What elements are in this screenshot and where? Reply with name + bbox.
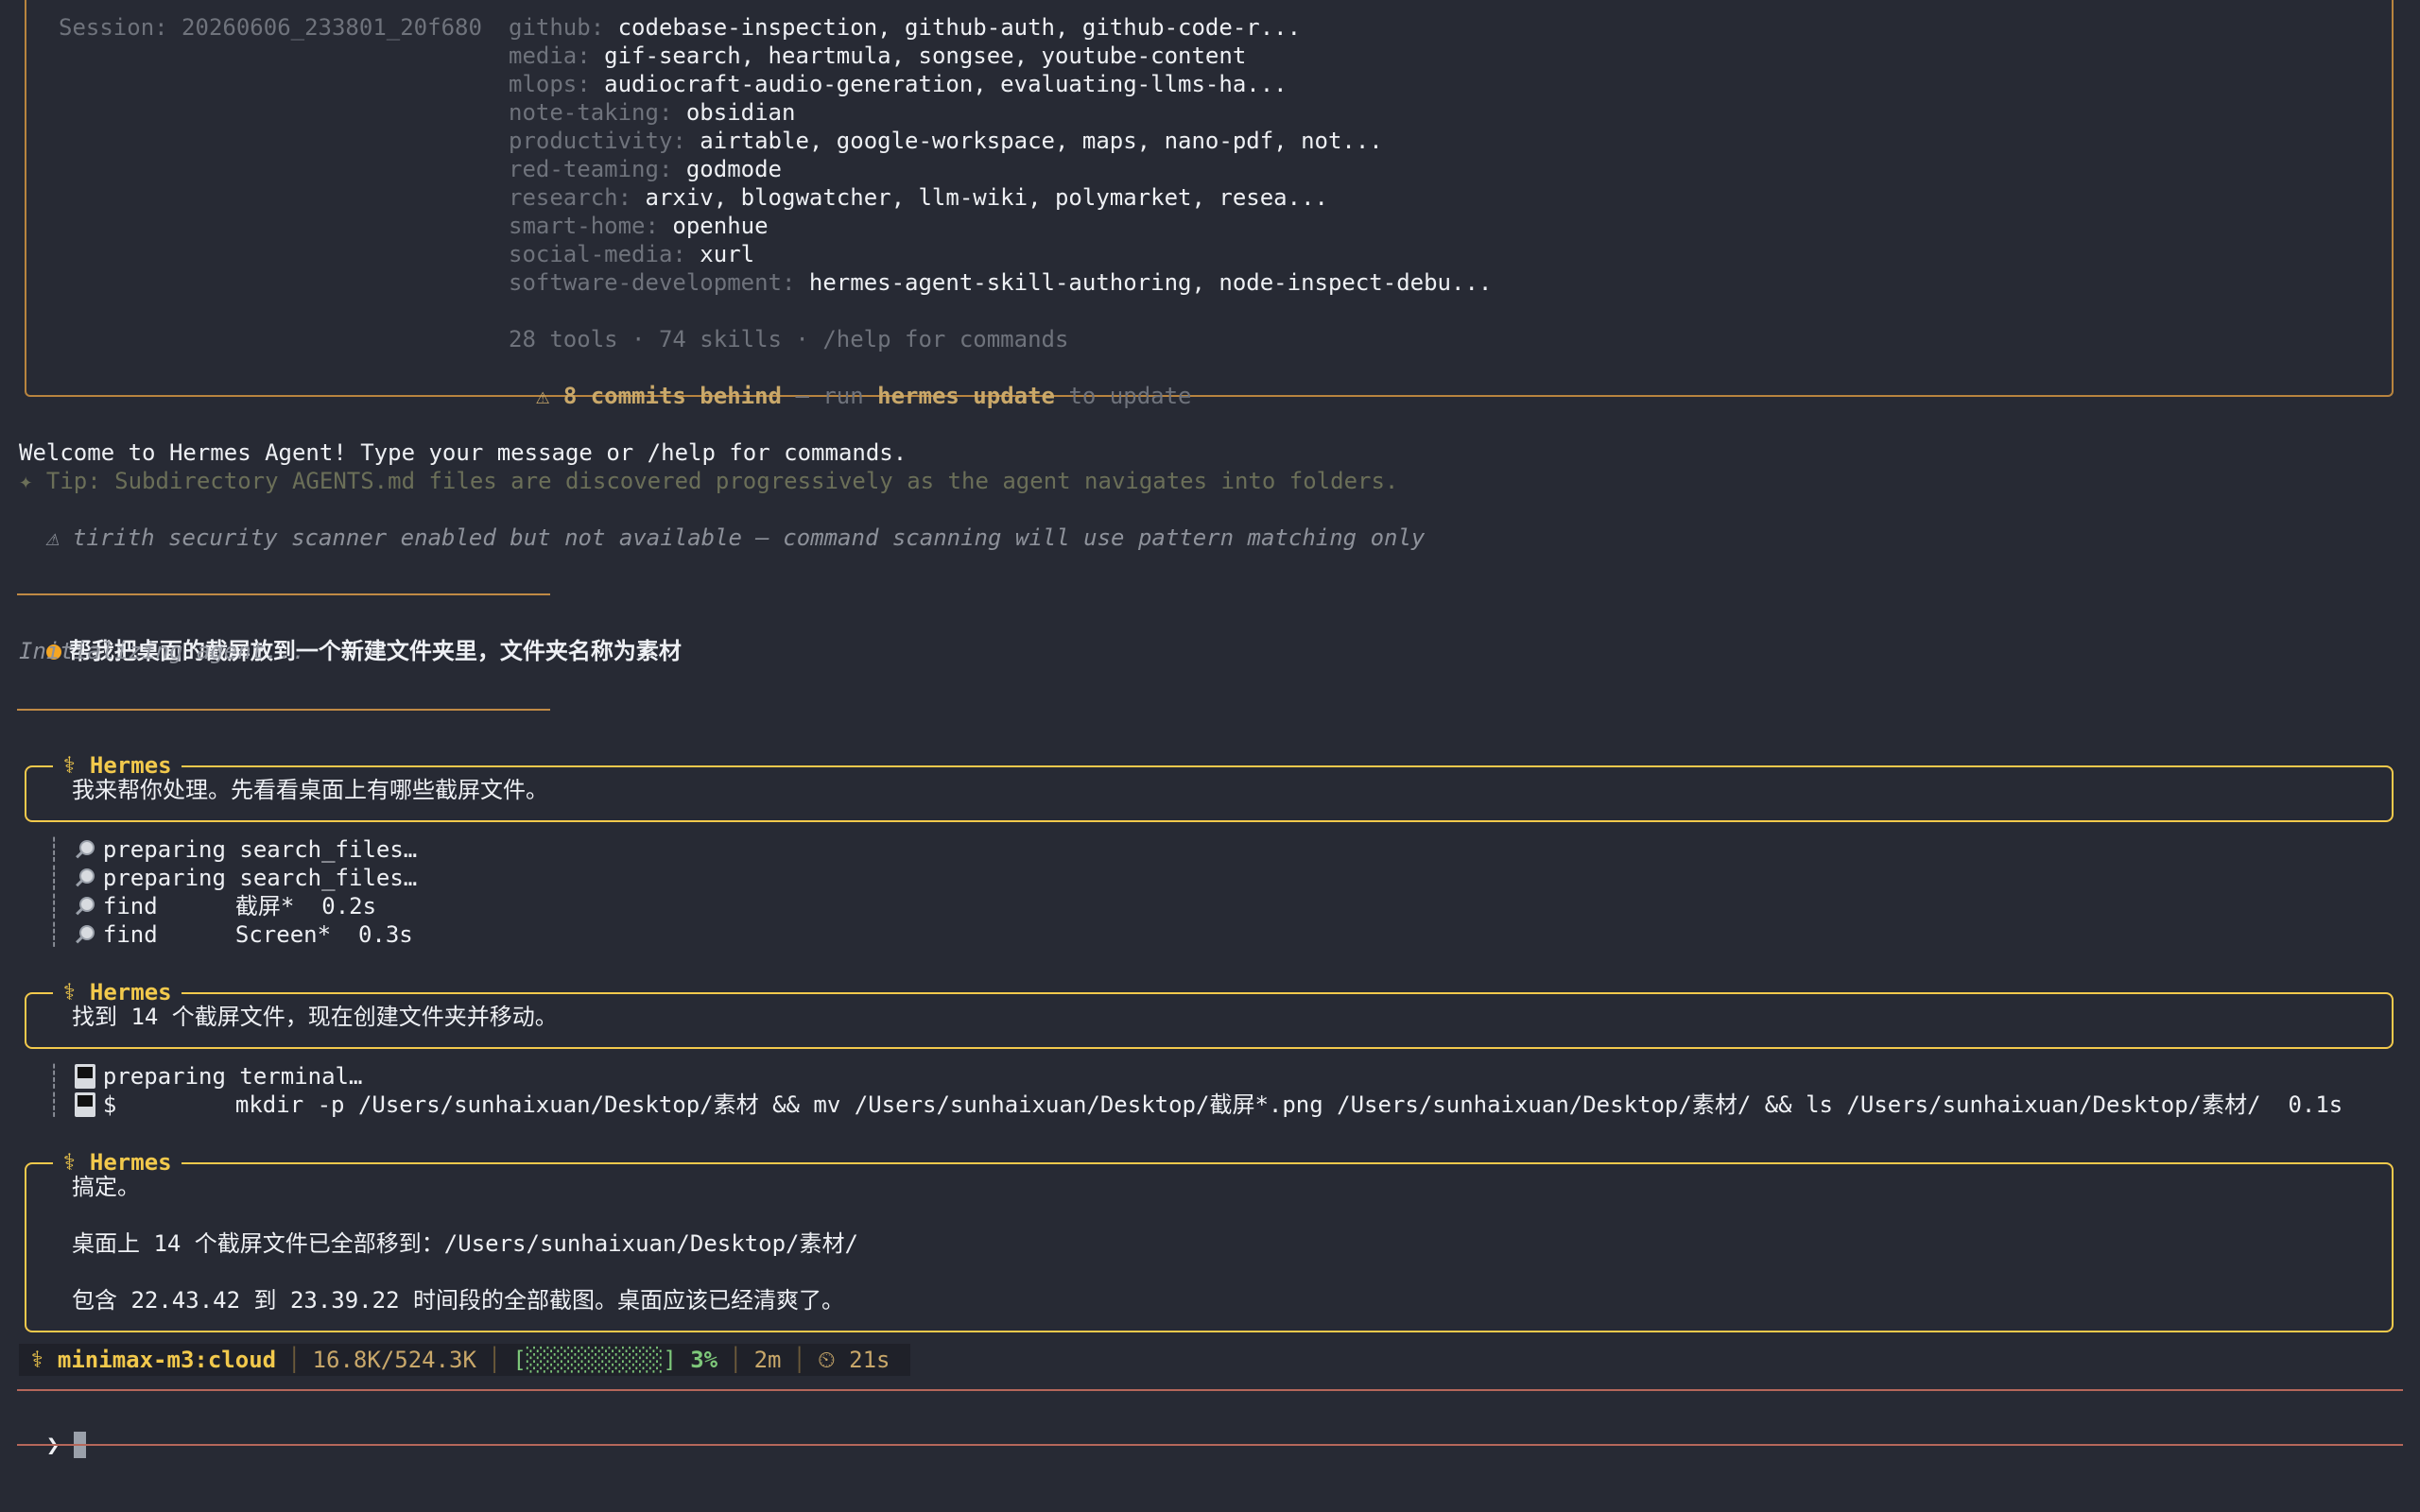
skill-category-label: productivity: bbox=[509, 128, 686, 154]
skill-category-row: note-taking: obsidian bbox=[509, 98, 795, 127]
terminal-icon bbox=[74, 1064, 95, 1089]
skill-category-label: mlops: bbox=[509, 71, 591, 97]
tool-name: find bbox=[102, 921, 158, 948]
skill-category-row: mlops: audiocraft-audio-generation, eval… bbox=[509, 70, 1288, 98]
model-name: ⚕ minimax-m3:cloud bbox=[30, 1347, 277, 1373]
tool-name: preparing terminal… bbox=[102, 1063, 363, 1090]
warning-icon: ⚠ bbox=[535, 383, 550, 409]
skill-items: hermes-agent-skill-authoring, node-inspe… bbox=[808, 269, 1493, 296]
session-id: Session: 20260606_233801_20f680 bbox=[59, 14, 482, 41]
skill-category-label: red-teaming: bbox=[509, 156, 673, 182]
prompt-bottom-rule bbox=[17, 1444, 2403, 1446]
skill-category-row: media: gif-search, heartmula, songsee, y… bbox=[509, 42, 1246, 70]
prompt-top-rule bbox=[17, 1389, 2403, 1391]
skill-category-row: productivity: airtable, google-workspace… bbox=[509, 127, 1383, 155]
hermes-message-2: ⚕ Hermes 找到 14 个截屏文件，现在创建文件夹并移动。 bbox=[25, 978, 2394, 1049]
message-line: 搞定。 bbox=[72, 1174, 140, 1200]
divider bbox=[17, 709, 550, 711]
terminal-icon bbox=[74, 1092, 95, 1117]
skill-category-row: software-development: hermes-agent-skill… bbox=[509, 268, 1492, 297]
user-message: 帮我把桌面的截屏放到一个新建文件夹里，文件夹名称为素材 bbox=[19, 609, 682, 664]
tool-args: Screen* 0.3s bbox=[234, 921, 413, 948]
prompt-input[interactable]: ❯ bbox=[19, 1402, 86, 1458]
skill-items: xurl bbox=[700, 241, 755, 267]
elapsed-time: 2m bbox=[753, 1347, 782, 1373]
message-line: 桌面上 14 个截屏文件已全部移到：/Users/sunhaixuan/Desk… bbox=[72, 1230, 858, 1257]
magnifier-icon bbox=[75, 839, 95, 860]
magnifier-icon bbox=[75, 924, 95, 945]
message-text: 找到 14 个截屏文件，现在创建文件夹并移动。 bbox=[72, 1004, 558, 1030]
skill-items: codebase-inspection, github-auth, github… bbox=[617, 14, 1302, 41]
timer: ⏲ 21s bbox=[817, 1347, 890, 1373]
tool-args: mkdir -p /Users/sunhaixuan/Desktop/素材 &&… bbox=[234, 1091, 2343, 1118]
skill-category-label: github: bbox=[509, 14, 605, 41]
skill-category-row: research: arxiv, blogwatcher, llm-wiki, … bbox=[509, 183, 1328, 212]
initializing-status: Initializing agent... bbox=[19, 638, 306, 664]
tool-name: preparing search_files… bbox=[102, 865, 418, 891]
skill-items: airtable, google-workspace, maps, nano-p… bbox=[700, 128, 1383, 154]
skill-items: obsidian bbox=[685, 99, 796, 126]
tip-text: ✦ Tip: Subdirectory AGENTS.md files are … bbox=[19, 468, 1399, 494]
skill-category-row: red-teaming: godmode bbox=[509, 155, 782, 183]
tool-call-row: ┊ $ mkdir -p /Users/sunhaixuan/Desktop/素材… bbox=[47, 1091, 2343, 1118]
tool-call-row: ┊ preparing terminal… bbox=[47, 1063, 363, 1090]
skill-category-label: software-development: bbox=[509, 269, 796, 296]
security-warning: ⚠ tirith security scanner enabled but no… bbox=[45, 524, 1426, 551]
skill-items: openhue bbox=[672, 213, 769, 239]
skill-items: gif-search, heartmula, songsee, youtube-… bbox=[604, 43, 1247, 69]
skill-category-row: github: codebase-inspection, github-auth… bbox=[509, 13, 1301, 42]
tool-call-row: ┊ find 截屏* 0.2s bbox=[47, 893, 377, 919]
skill-items: godmode bbox=[685, 156, 782, 182]
magnifier-icon bbox=[75, 896, 95, 917]
tool-name: $ bbox=[102, 1091, 117, 1118]
context-meter: [░░░░░░░░░░] 3% bbox=[512, 1347, 718, 1373]
skill-category-label: research: bbox=[509, 184, 632, 211]
update-commits: 8 commits behind bbox=[562, 383, 782, 409]
skill-category-label: note-taking: bbox=[509, 99, 673, 126]
skill-items: audiocraft-audio-generation, evaluating-… bbox=[604, 71, 1288, 97]
status-bar: ⚕ minimax-m3:cloud │ 16.8K/524.3K │ [░░░░░░░… bbox=[19, 1344, 911, 1376]
update-notice: ⚠ 8 commits behind — run hermes update t… bbox=[509, 353, 1192, 409]
tool-name: preparing search_files… bbox=[102, 836, 418, 863]
magnifier-icon bbox=[75, 868, 95, 888]
tool-name: find bbox=[102, 893, 158, 919]
update-tail: to update bbox=[1055, 383, 1192, 409]
message-line: 包含 22.43.42 到 23.39.22 时间段的全部截图。桌面应该已经清爽… bbox=[72, 1287, 844, 1314]
update-command: hermes update bbox=[877, 383, 1055, 409]
skill-category-label: media: bbox=[509, 43, 591, 69]
hermes-message-3: ⚕ Hermes 搞定。 桌面上 14 个截屏文件已全部移到：/Users/su… bbox=[25, 1148, 2394, 1332]
tool-args: 截屏* 0.2s bbox=[234, 893, 377, 919]
skill-category-row: social-media: xurl bbox=[509, 240, 754, 268]
welcome-text: Welcome to Hermes Agent! Type your messa… bbox=[19, 439, 908, 466]
token-count: 16.8K/524.3K bbox=[312, 1347, 476, 1373]
hermes-message-1: ⚕ Hermes 我来帮你处理。先看看桌面上有哪些截屏文件。 bbox=[25, 751, 2394, 822]
message-text: 我来帮你处理。先看看桌面上有哪些截屏文件。 bbox=[72, 777, 548, 803]
tool-call-row: ┊ find Screen* 0.3s bbox=[47, 921, 413, 948]
update-mid: — run bbox=[782, 383, 878, 409]
tool-call-row: ┊ preparing search_files… bbox=[47, 865, 418, 891]
skill-category-label: social-media: bbox=[509, 241, 686, 267]
skill-items: arxiv, blogwatcher, llm-wiki, polymarket… bbox=[645, 184, 1328, 211]
skill-category-label: smart-home: bbox=[509, 213, 659, 239]
tools-summary: 28 tools · 74 skills · /help for command… bbox=[509, 326, 1069, 352]
skill-category-row: smart-home: openhue bbox=[509, 212, 769, 240]
tool-call-row: ┊ preparing search_files… bbox=[47, 836, 418, 863]
divider bbox=[17, 593, 550, 595]
